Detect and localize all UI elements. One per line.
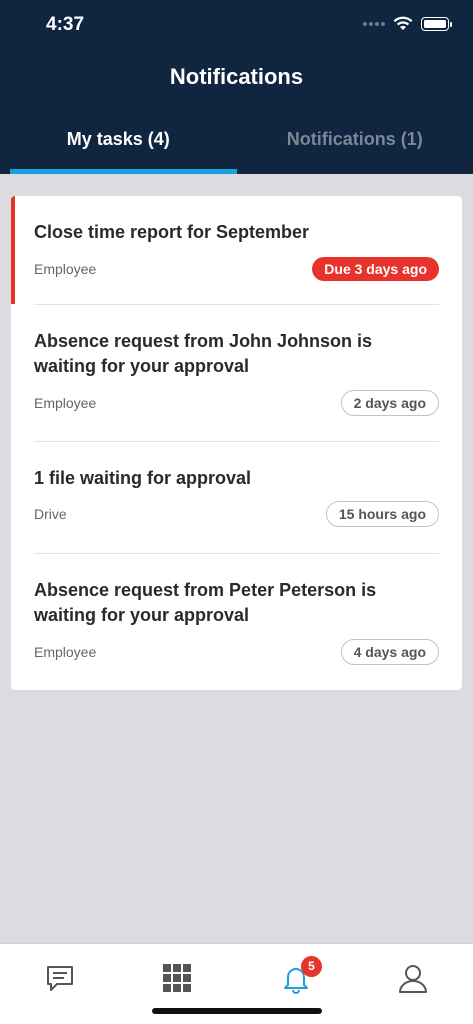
task-list: Close time report for September Employee… <box>11 196 462 690</box>
task-title: 1 file waiting for approval <box>34 468 252 488</box>
app-header: 4:37 Notifications My tasks (4) Notifica… <box>0 0 473 174</box>
task-item[interactable]: Absence request from Peter Peterson is w… <box>11 554 462 690</box>
status-icons <box>363 16 452 31</box>
tab-bar-top: My tasks (4) Notifications (1) <box>0 118 473 174</box>
page-title: Notifications <box>169 64 304 89</box>
notification-count-badge: 5 <box>301 956 322 977</box>
task-title: Absence request from Peter Peterson is w… <box>34 580 377 625</box>
time-badge: 4 days ago <box>340 639 439 665</box>
task-item[interactable]: Absence request from John Johnson is wai… <box>11 305 462 441</box>
tabbar-notifications[interactable]: 5 <box>276 956 322 998</box>
time-badge: 2 days ago <box>340 390 439 416</box>
task-item[interactable]: Close time report for September Employee… <box>11 196 462 304</box>
profile-icon <box>399 965 427 993</box>
tabbar-chat[interactable] <box>40 958 80 998</box>
status-time: 4:37 <box>46 14 85 35</box>
chat-icon <box>47 966 73 991</box>
task-title: Absence request from John Johnson is wai… <box>34 331 373 376</box>
task-source: Employee <box>34 644 97 660</box>
tabbar-apps[interactable] <box>157 958 197 998</box>
due-badge: Due 3 days ago <box>312 257 439 281</box>
tabbar-profile[interactable] <box>393 958 433 998</box>
time-badge: 15 hours ago <box>325 501 439 527</box>
task-source: Employee <box>34 261 97 277</box>
task-item[interactable]: 1 file waiting for approval Drive 15 hou… <box>11 442 462 553</box>
status-bar: 4:37 <box>0 0 473 50</box>
tab-notifications[interactable]: Notifications (1) <box>237 118 473 174</box>
battery-icon <box>421 16 452 31</box>
grid-icon <box>163 964 191 992</box>
task-source: Employee <box>34 395 97 411</box>
task-source: Drive <box>34 506 67 522</box>
task-title: Close time report for September <box>34 222 310 242</box>
cellular-signal-icon <box>363 21 385 26</box>
home-indicator <box>152 1008 322 1014</box>
tab-my-tasks[interactable]: My tasks (4) <box>0 118 237 174</box>
wifi-icon <box>393 16 413 30</box>
